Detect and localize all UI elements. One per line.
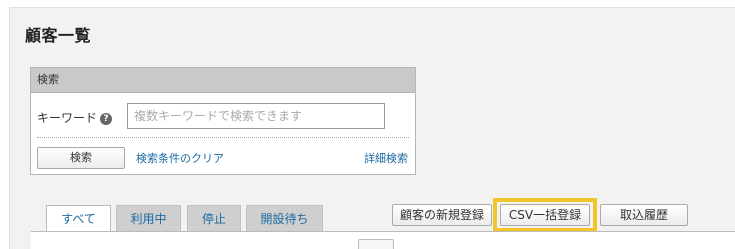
advanced-search-link[interactable]: 詳細検索 bbox=[364, 150, 408, 166]
tab-active[interactable]: 利用中 bbox=[116, 205, 181, 231]
tab-all[interactable]: すべて bbox=[46, 205, 111, 232]
divider bbox=[37, 137, 409, 138]
tab-pending[interactable]: 開設待ち bbox=[246, 205, 323, 231]
keyword-label: キーワード? bbox=[37, 109, 113, 126]
search-panel-header: 検索 bbox=[31, 68, 415, 93]
new-customer-button[interactable]: 顧客の新規登録 bbox=[392, 204, 492, 226]
keyword-input[interactable] bbox=[127, 103, 385, 129]
keyword-label-text: キーワード bbox=[37, 111, 98, 125]
search-button[interactable]: 検索 bbox=[37, 147, 125, 169]
clear-search-link[interactable]: 検索条件のクリア bbox=[136, 150, 224, 166]
search-panel: 検索 キーワード? 検索 検索条件のクリア 詳細検索 bbox=[30, 67, 416, 175]
tab-stopped[interactable]: 停止 bbox=[187, 205, 241, 231]
help-icon[interactable]: ? bbox=[100, 113, 113, 125]
csv-import-button[interactable]: CSV一括登録 bbox=[500, 204, 590, 226]
import-history-button[interactable]: 取込履歴 bbox=[600, 204, 688, 226]
page-title: 顧客一覧 bbox=[25, 26, 92, 45]
